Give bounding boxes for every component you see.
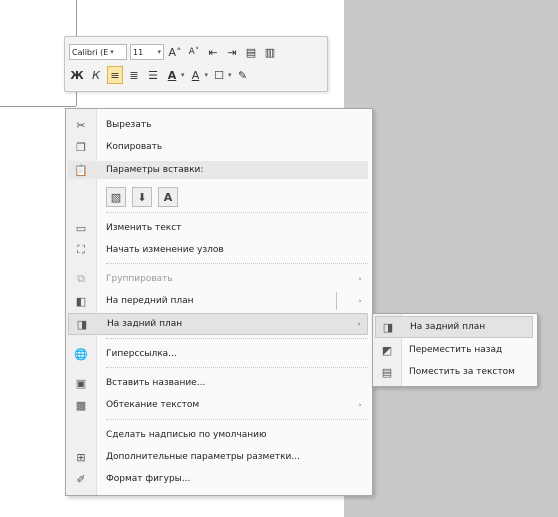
submenu-arrow-icon: ›: [358, 297, 362, 305]
page-margin-guide: [0, 106, 76, 107]
font-name-combo[interactable]: Calibri (E ▾: [69, 44, 127, 60]
align-left-icon[interactable]: ≡: [107, 66, 123, 84]
align-center-icon[interactable]: ≣: [126, 66, 142, 84]
edit-points-icon: ⛶: [77, 243, 85, 256]
menu-separator: [106, 263, 368, 264]
menu-item-label: На передний план: [106, 296, 194, 306]
menu-item-label: Поместить за текстом: [409, 367, 515, 377]
text-wrap-icon: ▩: [75, 398, 87, 412]
menu-item-label: На задний план: [410, 322, 486, 332]
menu-item-text-wrapping[interactable]: ▩ Обтекание текстом ›: [68, 394, 368, 416]
chevron-down-icon: ▾: [110, 48, 114, 56]
submenu-item-send-to-back[interactable]: ◨ На задний план: [375, 316, 533, 338]
group-icon: ⧉: [77, 272, 85, 285]
send-to-back-submenu: ◨ На задний план ◩ Переместить назад ▤ П…: [372, 313, 538, 387]
format-painter-icon[interactable]: ▤: [243, 43, 259, 61]
menu-item-cut[interactable]: ✂ Вырезать: [68, 114, 368, 136]
layout-icon: ⊞: [76, 450, 86, 464]
menu-item-label: На задний план: [107, 319, 183, 329]
clipboard-icon: 📋: [74, 163, 88, 177]
submenu-arrow-icon: ›: [357, 320, 361, 328]
chevron-down-icon: ▾: [181, 71, 185, 79]
submenu-arrow-icon: ›: [358, 275, 362, 283]
menu-item-group[interactable]: ⧉ Группировать ›: [68, 268, 368, 290]
menu-item-label: Вставить название...: [106, 378, 206, 388]
hyperlink-icon: 🌐: [74, 347, 88, 361]
format-shape-icon: ✐: [76, 472, 86, 486]
menu-item-send-to-back[interactable]: ◨ На задний план ›: [68, 313, 368, 335]
menu-item-format-shape[interactable]: ✐ Формат фигуры...: [68, 468, 368, 490]
mini-toolbar: Calibri (E ▾ 11 ▾ A˄ A˅ ⇤ ⇥ ▤ ▥ Ж К ≡ ≣ …: [64, 36, 328, 92]
page-margin-guide: [76, 0, 77, 40]
shape-outline-icon[interactable]: ☐: [211, 66, 227, 84]
menu-item-label: Гиперссылка...: [106, 349, 177, 359]
menu-item-edit-text[interactable]: ▭ Изменить текст: [68, 217, 368, 239]
clear-format-icon[interactable]: ✎: [235, 66, 251, 84]
menu-item-insert-caption[interactable]: ▣ Вставить название...: [68, 372, 368, 394]
menu-item-more-layout[interactable]: ⊞ Дополнительные параметры разметки...: [68, 446, 368, 468]
edit-text-icon: ▭: [75, 221, 87, 235]
menu-item-label: Вырезать: [106, 120, 152, 130]
menu-item-edit-points[interactable]: ⛶ Начать изменение узлов: [68, 239, 368, 261]
submenu-item-send-backward[interactable]: ◩ Переместить назад: [375, 339, 533, 361]
menu-item-bring-to-front[interactable]: ◧ На передний план ›: [68, 290, 368, 312]
menu-separator: [106, 419, 368, 420]
menu-item-label: Переместить назад: [409, 345, 503, 355]
split-button-divider: [336, 292, 337, 310]
paste-text-only-button[interactable]: A: [158, 187, 178, 207]
paste-picture-icon[interactable]: ⬇: [132, 187, 152, 207]
send-backward-icon: ◩: [381, 343, 393, 357]
send-to-back-icon: ◨: [76, 317, 88, 331]
increase-indent-icon[interactable]: ⇥: [224, 43, 240, 61]
chevron-down-icon: ▾: [157, 48, 161, 56]
menu-item-label: Начать изменение узлов: [106, 245, 224, 255]
menu-item-label: Сделать надписью по умолчанию: [106, 430, 267, 440]
menu-item-label: Группировать: [106, 274, 173, 284]
grow-font-button[interactable]: A˄: [167, 43, 183, 61]
chevron-down-icon: ▾: [228, 71, 232, 79]
caption-icon: ▣: [75, 376, 87, 390]
behind-text-icon: ▤: [381, 365, 393, 379]
menu-item-label: Параметры вставки:: [106, 165, 204, 175]
menu-separator: [106, 212, 368, 213]
font-size-value: 11: [133, 47, 144, 57]
menu-item-label: Изменить текст: [106, 223, 182, 233]
menu-item-label: Дополнительные параметры разметки...: [106, 452, 300, 462]
align-right-icon[interactable]: ☰: [145, 66, 161, 84]
paste-keep-source-icon[interactable]: ▧: [106, 187, 126, 207]
italic-button[interactable]: К: [88, 66, 104, 84]
menu-item-label: Формат фигуры...: [106, 474, 191, 484]
send-to-back-icon: ◨: [382, 320, 394, 334]
font-color-button[interactable]: A: [164, 66, 180, 84]
menu-separator: [106, 367, 368, 368]
scissors-icon: ✂: [76, 118, 86, 132]
page-background-area: [344, 0, 558, 517]
menu-item-label: Копировать: [106, 142, 163, 152]
menu-item-copy[interactable]: ❐ Копировать: [68, 136, 368, 158]
context-menu: ✂ Вырезать ❐ Копировать 📋 Параметры вста…: [65, 108, 373, 496]
copy-icon: ❐: [76, 140, 86, 154]
shrink-font-button[interactable]: A˅: [186, 43, 202, 61]
text-highlight-button[interactable]: А: [188, 66, 204, 84]
bring-to-front-icon: ◧: [75, 294, 87, 308]
menu-item-label: Обтекание текстом: [106, 400, 200, 410]
font-name-value: Calibri (E: [72, 47, 109, 57]
submenu-arrow-icon: ›: [358, 401, 362, 409]
font-size-combo[interactable]: 11 ▾: [130, 44, 164, 60]
menu-item-hyperlink[interactable]: 🌐 Гиперссылка...: [68, 343, 368, 365]
bold-button[interactable]: Ж: [69, 66, 85, 84]
chevron-down-icon: ▾: [204, 71, 209, 79]
paste-options-header: 📋 Параметры вставки:: [68, 161, 368, 179]
decrease-indent-icon[interactable]: ⇤: [205, 43, 221, 61]
submenu-item-behind-text[interactable]: ▤ Поместить за текстом: [375, 361, 533, 383]
menu-item-set-default[interactable]: Сделать надписью по умолчанию: [68, 424, 368, 446]
paste-options: ▧ ⬇ A: [106, 187, 178, 207]
menu-separator: [106, 338, 368, 339]
styles-icon[interactable]: ▥: [262, 43, 278, 61]
